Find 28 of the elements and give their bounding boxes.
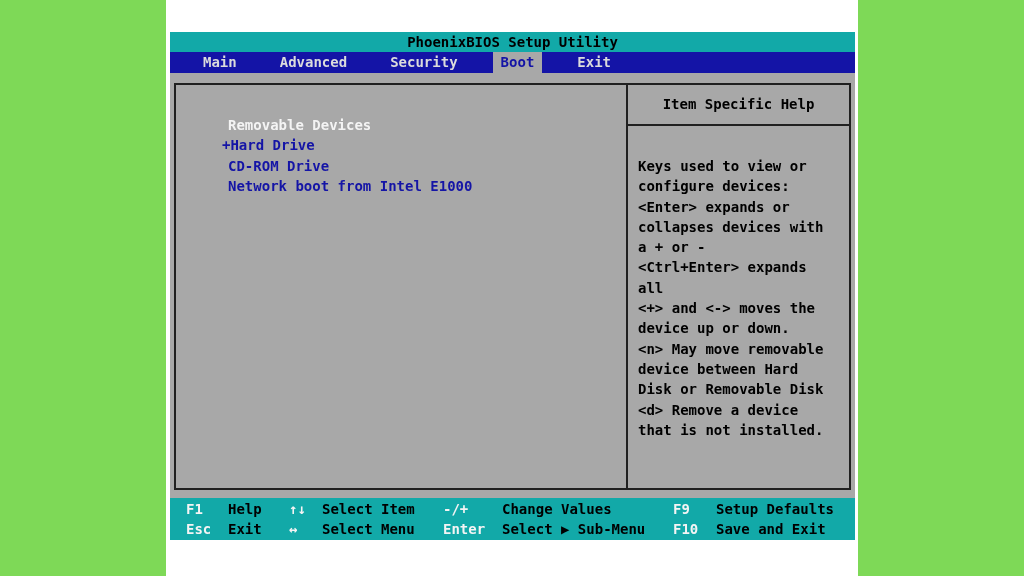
key-label: -/+ (443, 499, 470, 519)
key-label: F1 (186, 499, 204, 519)
menu-tab[interactable]: Main (195, 52, 245, 73)
key-action: Select Item (322, 499, 416, 519)
boot-device-item[interactable]: Network boot from Intel E1000 (228, 175, 473, 197)
boot-device-item[interactable]: CD-ROM Drive (228, 155, 330, 176)
key-label: Esc (186, 520, 213, 539)
boot-device-item[interactable]: +Hard Drive (222, 135, 315, 156)
key-action: Exit (228, 520, 263, 539)
help-text: Keys used to view or configure devices: <Enter> expands or collapses devices with a + or - <Ctrl+Enter> expands all <+> and <-> moves the device up or down. <n> May move removable device between Hard Disk or Removable Disk <d> Remove a device that is not installed. (637, 157, 825, 440)
key-label: ↑↓ (289, 499, 307, 519)
window-title: PhoenixBIOS Setup Utility (407, 33, 618, 52)
menu-tab[interactable]: Boot (492, 52, 543, 73)
key-label: F9 (673, 499, 691, 519)
key-action: Save and Exit (716, 520, 827, 539)
key-action: Setup Defaults (716, 499, 835, 519)
section-heading: Removable Devices (228, 116, 372, 135)
menu-tab[interactable]: Security (382, 52, 466, 73)
key-label: ↔ (289, 520, 299, 539)
key-action: Select ▶ Sub-Menu (502, 520, 647, 539)
menu-tab[interactable]: Exit (569, 52, 620, 73)
key-label: F10 (673, 520, 700, 539)
key-action: Help (228, 499, 263, 519)
key-action: Change Values (502, 499, 613, 519)
help-heading: Item Specific Help (662, 95, 815, 114)
key-action: Select Menu (322, 520, 416, 539)
key-label: Enter (443, 520, 487, 539)
menu-tab[interactable]: Advanced (271, 52, 356, 73)
